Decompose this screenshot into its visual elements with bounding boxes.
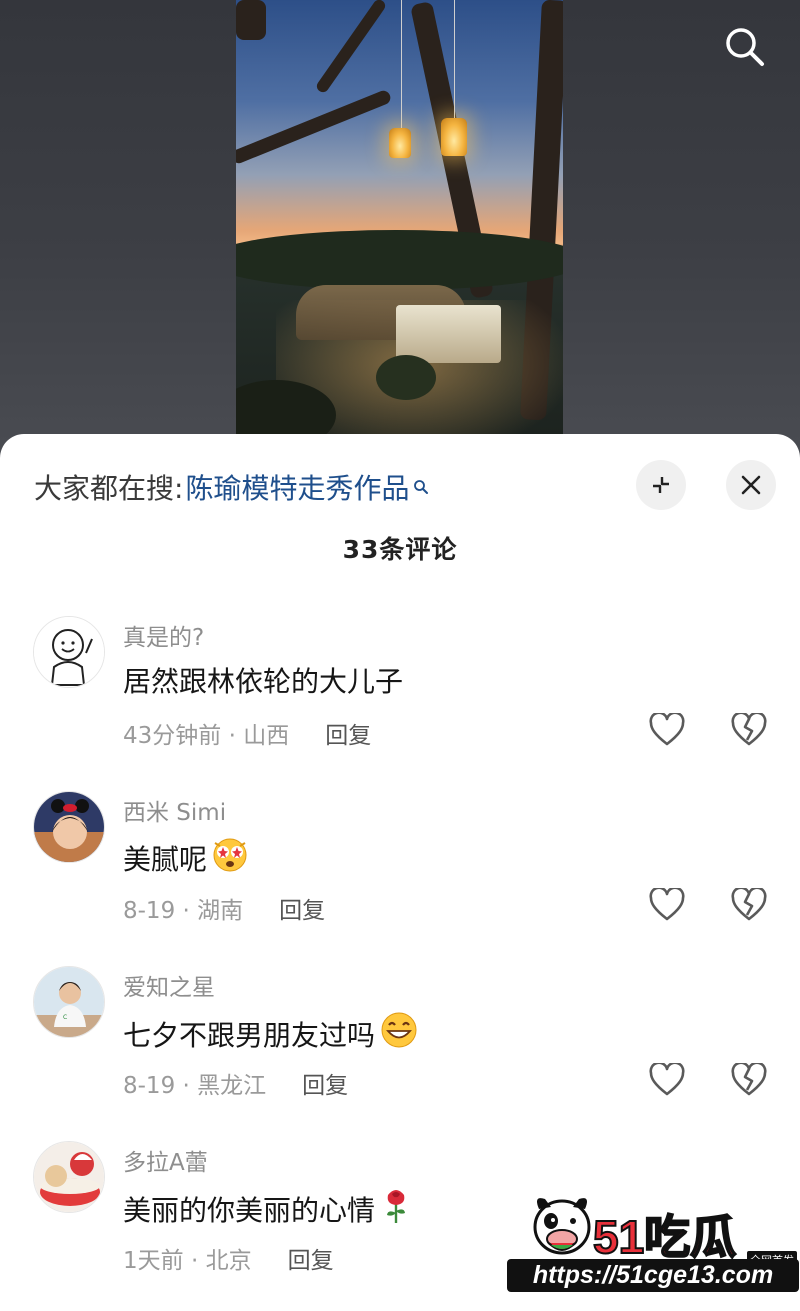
reply-button[interactable]: 回复 <box>302 1066 348 1100</box>
heart-icon[interactable] <box>647 710 687 750</box>
grinning-face-emoji <box>379 1010 419 1057</box>
comment-time-location: 43分钟前 · 山西 <box>123 723 290 749</box>
close-icon <box>741 475 761 495</box>
heart-icon[interactable] <box>647 1060 687 1100</box>
comment-meta: 8-19 · 湖南 回复 <box>123 891 325 925</box>
avatar[interactable] <box>33 616 105 688</box>
avatar[interactable] <box>33 1141 105 1213</box>
comment-time-location: 1天前 · 北京 <box>123 1248 252 1274</box>
comment-text: 七夕不跟男朋友过吗 <box>123 1010 419 1057</box>
comment-username[interactable]: 多拉A蕾 <box>123 1143 208 1177</box>
comment-text-content: 七夕不跟男朋友过吗 <box>123 1018 376 1052</box>
watermark-title: 51吃瓜 <box>592 1210 737 1264</box>
comment-item: 真是的? 居然跟林依轮的大儿子 43分钟前 · 山西 回复 <box>0 616 800 786</box>
reply-button[interactable]: 回复 <box>288 1241 334 1275</box>
comments-sheet: 大家都在搜: 陈瑜模特走秀作品 33条评论 真是的? 居然跟林依轮的大儿子 43… <box>0 434 800 1293</box>
comment-text: 美腻呢 <box>123 835 249 880</box>
comment-text: 居然跟林依轮的大儿子 <box>123 660 403 700</box>
heart-icon[interactable] <box>647 885 687 925</box>
comment-time-location: 8-19 · 湖南 <box>123 898 244 924</box>
watermark: 51吃瓜 全网首发 https://51cge13.com <box>507 1185 800 1293</box>
search-button[interactable] <box>722 24 766 68</box>
comment-time-location: 8-19 · 黑龙江 <box>123 1073 267 1099</box>
comment-meta: 43分钟前 · 山西 回复 <box>123 716 371 750</box>
collapse-icon <box>653 477 669 493</box>
comment-text-content: 居然跟林依轮的大儿子 <box>123 665 404 698</box>
comment-item: C 爱知之星 七夕不跟男朋友过吗 8-19 · 黑龙江 回复 <box>0 966 800 1136</box>
avatar[interactable]: C <box>33 966 105 1038</box>
broken-heart-icon[interactable] <box>729 885 769 925</box>
avatar[interactable] <box>33 791 105 863</box>
hanging-lamp <box>389 128 411 158</box>
comments-count: 33条评论 <box>342 535 458 564</box>
hanging-lamp <box>441 118 467 156</box>
broken-heart-icon[interactable] <box>729 710 769 750</box>
reply-button[interactable]: 回复 <box>279 891 325 925</box>
comment-meta: 8-19 · 黑龙江 回复 <box>123 1066 348 1100</box>
search-icon <box>726 28 764 66</box>
starry-eyes-face-emoji <box>211 835 249 880</box>
cow-mascot-icon <box>529 1187 595 1259</box>
comment-text: 美丽的你美丽的心情 <box>123 1185 413 1232</box>
rose-emoji <box>379 1185 413 1232</box>
comment-text-content: 美丽的你美丽的心情 <box>123 1193 376 1227</box>
comment-meta: 1天前 · 北京 回复 <box>123 1241 334 1275</box>
hot-search-prefix: 大家都在搜: <box>34 472 184 505</box>
video-player[interactable] <box>236 0 563 460</box>
comment-username[interactable]: 真是的? <box>123 618 204 652</box>
watermark-url: https://51cge13.com <box>507 1259 799 1292</box>
broken-heart-icon[interactable] <box>729 1060 769 1100</box>
hot-search-bar: 大家都在搜: 陈瑜模特走秀作品 <box>34 467 429 507</box>
close-button[interactable] <box>726 460 776 510</box>
hot-search-keyword[interactable]: 陈瑜模特走秀作品 <box>185 467 409 507</box>
video-background <box>0 0 800 460</box>
comment-text-content: 美腻呢 <box>123 842 208 876</box>
comment-username[interactable]: 爱知之星 <box>123 968 215 1002</box>
comment-item: 西米 Simi 美腻呢 8-19 · 湖南 回复 <box>0 791 800 961</box>
svg-text:C: C <box>63 1014 67 1021</box>
reply-button[interactable]: 回复 <box>325 716 371 750</box>
search-icon[interactable] <box>413 479 429 495</box>
comment-username[interactable]: 西米 Simi <box>123 793 226 827</box>
collapse-button[interactable] <box>636 460 686 510</box>
